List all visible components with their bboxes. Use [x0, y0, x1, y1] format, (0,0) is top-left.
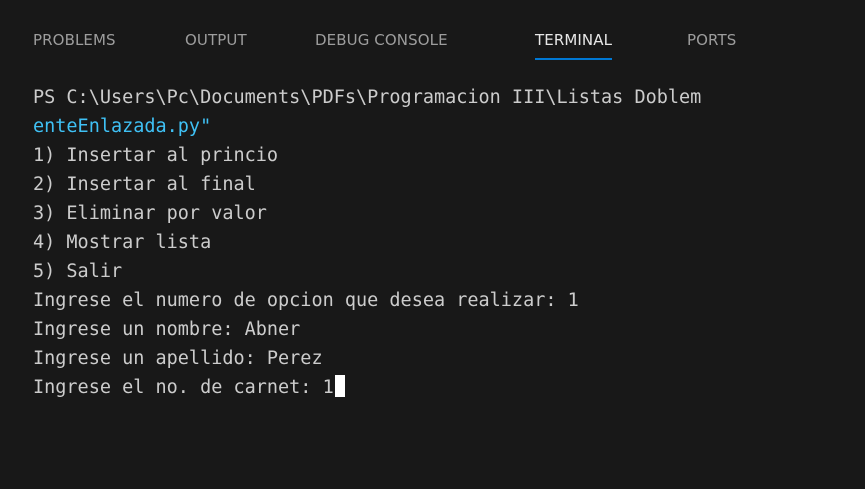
prompt-surname-line: Ingrese un apellido: Perez: [33, 348, 323, 369]
active-tab-indicator: [535, 58, 613, 60]
tab-output[interactable]: OUTPUT: [185, 30, 247, 60]
terminal-command-continuation: enteEnlazada.py": [33, 116, 212, 137]
prompt-name-line: Ingrese un nombre: Abner: [33, 319, 301, 340]
prompt-carnet-line[interactable]: Ingrese el no. de carnet: 1: [33, 374, 345, 402]
tab-ports[interactable]: PORTS: [687, 30, 736, 60]
menu-option-show-list: 4) Mostrar lista: [33, 232, 212, 253]
menu-option-insert-beginning: 1) Insertar al princio: [33, 145, 279, 166]
menu-option-delete-value: 3) Eliminar por valor: [33, 203, 267, 224]
tab-problems[interactable]: PROBLEMS: [33, 30, 116, 60]
menu-option-insert-end: 2) Insertar al final: [33, 174, 256, 195]
menu-option-exit: 5) Salir: [33, 261, 123, 282]
terminal-command-line: PS C:\Users\Pc\Documents\PDFs\Programaci…: [33, 87, 702, 108]
terminal-panel: PROBLEMS OUTPUT DEBUG CONSOLE TERMINAL P…: [0, 0, 865, 489]
tab-terminal-label: TERMINAL: [535, 31, 613, 49]
text-cursor: [334, 375, 345, 397]
prompt-carnet-text: Ingrese el no. de carnet: 1: [33, 377, 334, 398]
panel-tab-bar: PROBLEMS OUTPUT DEBUG CONSOLE TERMINAL P…: [0, 0, 865, 70]
prompt-option-line: Ingrese el numero de opcion que desea re…: [33, 290, 579, 311]
tab-terminal[interactable]: TERMINAL: [535, 30, 613, 60]
terminal-output[interactable]: PS C:\Users\Pc\Documents\PDFs\Programaci…: [0, 84, 865, 489]
tab-debug-console[interactable]: DEBUG CONSOLE: [315, 30, 448, 60]
